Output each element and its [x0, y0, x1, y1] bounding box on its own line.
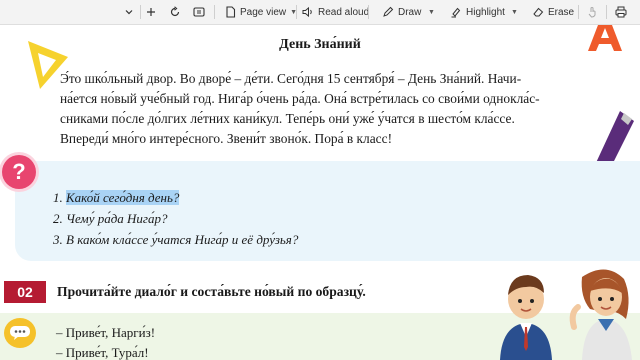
draw-button[interactable]: Draw	[382, 3, 421, 21]
lesson-paragraph: Э́то шко́льный двор. Во дворе́ – де́ти. …	[60, 69, 600, 149]
chevron-down-icon: ▼	[428, 8, 435, 16]
paragraph-line: Э́то шко́льный двор. Во дворе́ – де́ти. …	[60, 71, 522, 86]
highlight-label: Highlight	[466, 6, 505, 18]
draw-label: Draw	[398, 6, 422, 18]
highlighted-question-text[interactable]: Како́й сего́дня день?	[66, 190, 180, 205]
dialog-line: – Приве́т, Нарги́з!	[56, 325, 156, 340]
touch-icon	[588, 7, 596, 18]
highlight-icon	[451, 7, 461, 18]
rotate-button[interactable]	[169, 3, 181, 21]
task-instruction: Прочита́йте диало́г и соста́вьте но́вый …	[57, 284, 366, 299]
lesson-title: День Зна́ний	[279, 37, 361, 52]
page-view-label: Page view	[240, 6, 287, 18]
highlight-options[interactable]: ▼	[511, 3, 518, 21]
page-view-icon	[226, 6, 236, 18]
read-aloud-icon	[302, 6, 312, 18]
children-illustration	[500, 269, 632, 360]
questions-list: 1. Како́й сего́дня день? 2. Чему́ ра́да …	[53, 187, 298, 250]
highlight-button[interactable]: Highlight	[450, 3, 505, 21]
draw-icon	[383, 6, 394, 17]
fit-page-button[interactable]	[193, 3, 205, 21]
fit-page-icon	[193, 7, 205, 17]
erase-button[interactable]: Erase	[532, 3, 574, 21]
paragraph-line: Впереди́ мно́го интере́сного. Звени́т зв…	[60, 131, 393, 146]
question-item[interactable]: 2. Чему́ ра́да Нига́р?	[53, 208, 298, 229]
read-aloud-label: Read aloud	[318, 6, 370, 18]
paragraph-line: на́ется но́вый уче́бный год. Нига́р о́че…	[60, 91, 540, 106]
pdf-toolbar: Page view ▼ Read aloud Draw ▼ Highlight …	[0, 0, 640, 25]
eraser-icon	[533, 7, 544, 17]
print-button[interactable]	[615, 3, 627, 21]
task-number-badge: 02	[4, 281, 46, 303]
chevron-down-icon: ▼	[511, 8, 518, 16]
dialog-line: – Приве́т, Тура́л!	[56, 345, 149, 360]
paragraph-line: сниками по́сле до́лгих ле́тних кани́кул.…	[60, 111, 515, 126]
rotate-icon	[170, 6, 180, 17]
question-item[interactable]: 3. В како́м кла́ссе у́чатся Нига́р и её …	[53, 229, 298, 250]
collapse-button[interactable]	[124, 3, 134, 21]
question-item[interactable]: 1. Како́й сего́дня день?	[53, 187, 298, 208]
zoom-in-button[interactable]	[146, 3, 156, 21]
pdf-page: День Зна́ний Э́то шко́льный двор. Во дво…	[0, 25, 640, 360]
question-number: 1.	[53, 190, 63, 205]
chat-bubble-icon	[4, 318, 36, 348]
read-aloud-button[interactable]: Read aloud	[302, 3, 369, 21]
page-view-button[interactable]: Page view ▼	[225, 3, 297, 21]
question-mark-icon: ?	[2, 155, 36, 189]
dialog-lines: – Приве́т, Нарги́з! – Приве́т, Тура́л!	[56, 323, 155, 360]
touch-button[interactable]	[587, 3, 598, 21]
erase-label: Erase	[548, 6, 575, 18]
zoom-in-icon	[147, 8, 155, 16]
print-icon	[615, 6, 627, 18]
chevron-down-icon	[125, 10, 133, 15]
draw-options[interactable]: ▼	[428, 3, 435, 21]
